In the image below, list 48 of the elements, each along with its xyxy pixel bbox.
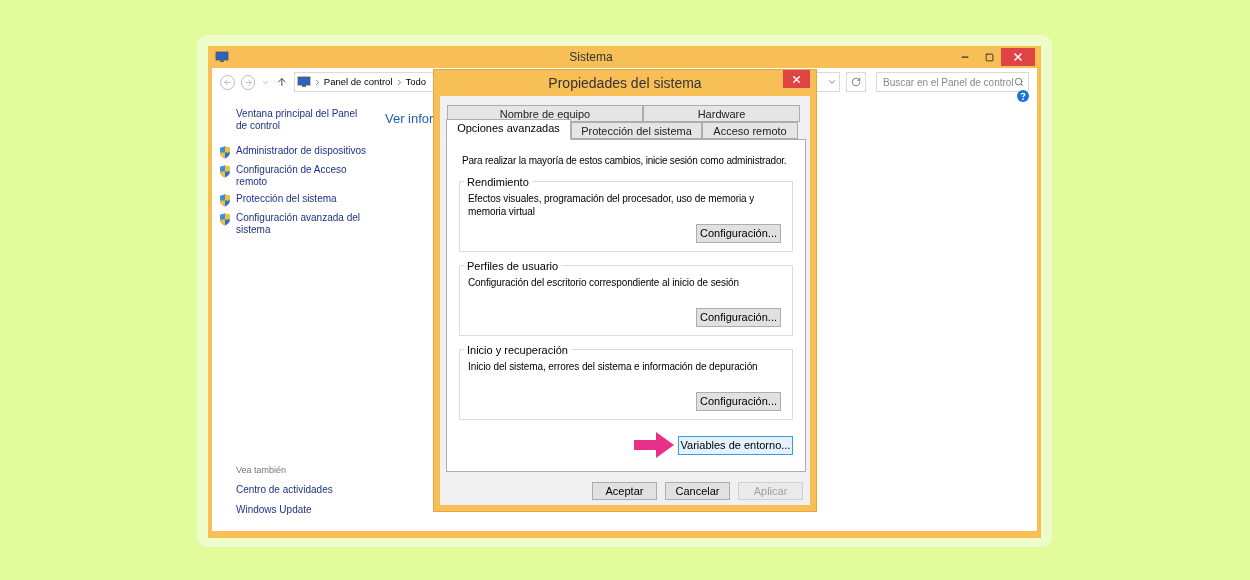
group-description: Inicio del sistema, errores del sistema e información de depuración bbox=[468, 360, 758, 373]
close-button[interactable] bbox=[1001, 48, 1035, 66]
tab[interactable]: Protección del sistema bbox=[571, 122, 702, 139]
search-field[interactable]: Buscar en el Panel de control bbox=[876, 72, 1029, 92]
see-also-heading: Vea también bbox=[236, 463, 288, 477]
shield-icon bbox=[219, 146, 231, 159]
tab[interactable]: Opciones avanzadas bbox=[446, 119, 571, 140]
sidebar-item[interactable]: Configuración de Acceso remoto bbox=[236, 164, 376, 188]
dialog-button[interactable]: Cancelar bbox=[665, 482, 730, 500]
breadcrumb-item[interactable]: Todo bbox=[405, 74, 427, 90]
group-description: Configuración del escritorio correspondiente al inicio de sesión bbox=[468, 276, 740, 289]
computer-icon bbox=[296, 76, 311, 88]
back-icon bbox=[222, 77, 232, 87]
sidebar-item[interactable]: Administrador de dispositivos bbox=[236, 145, 376, 157]
dropdown-icon[interactable] bbox=[827, 77, 838, 87]
window-title: Sistema bbox=[568, 49, 614, 66]
sidebar-link[interactable]: Windows Update bbox=[236, 502, 382, 517]
sidebar-link[interactable]: Ventana principal del Panel de control bbox=[236, 108, 371, 132]
admin-note: Para realizar la mayoría de estos cambios, inicie sesión como administrador. bbox=[461, 154, 788, 168]
close-icon bbox=[791, 73, 802, 85]
forward-icon bbox=[243, 77, 253, 87]
refresh-button[interactable] bbox=[846, 72, 866, 92]
group-description: Efectos visuales, programación del procesador, uso de memoria y memoria virtual bbox=[468, 192, 756, 218]
shield-icon bbox=[219, 165, 231, 178]
tab[interactable]: Acceso remoto bbox=[702, 122, 798, 139]
breadcrumb-item[interactable]: Panel de control bbox=[323, 74, 393, 90]
computer-icon bbox=[215, 51, 229, 63]
page-heading: Ver infor bbox=[385, 111, 434, 126]
sidebar-item[interactable]: Protección del sistema bbox=[236, 193, 376, 205]
help-icon[interactable] bbox=[1017, 90, 1029, 102]
settings-button[interactable]: Configuración... bbox=[696, 308, 781, 327]
refresh-icon bbox=[851, 77, 862, 87]
search-icon bbox=[1014, 77, 1024, 87]
dialog-title: Propiedades del sistema bbox=[548, 73, 702, 93]
arrow-icon bbox=[634, 432, 674, 458]
shield-icon bbox=[219, 213, 231, 226]
close-button[interactable] bbox=[783, 70, 810, 88]
up-icon[interactable] bbox=[276, 76, 288, 88]
sidebar-link[interactable]: Centro de actividades bbox=[236, 482, 382, 497]
settings-button[interactable]: Configuración... bbox=[696, 224, 781, 243]
environment-variables-button[interactable]: Variables de entorno... bbox=[678, 435, 793, 455]
settings-button[interactable]: Configuración... bbox=[696, 392, 781, 411]
tab[interactable]: Hardware bbox=[643, 105, 800, 122]
close-icon bbox=[1012, 51, 1024, 63]
shield-icon bbox=[219, 194, 231, 207]
sidebar-item[interactable]: Configuración avanzada del sistema bbox=[236, 212, 376, 236]
maximize-icon bbox=[984, 52, 994, 62]
dialog-button[interactable]: Aceptar bbox=[592, 482, 657, 500]
